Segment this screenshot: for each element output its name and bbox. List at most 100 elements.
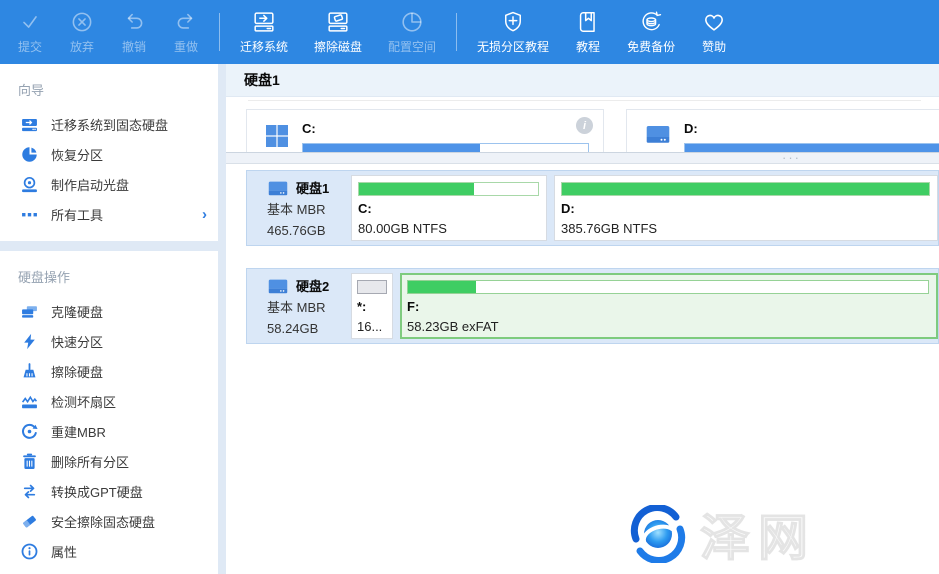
disk-name: 硬盘1: [296, 178, 329, 199]
toolbar-divider: [456, 13, 457, 51]
clone-disk-icon: [21, 303, 38, 320]
disk-bus-type: 基本 MBR: [267, 199, 347, 220]
sidebar-item-label: 安全擦除固态硬盘: [51, 512, 155, 531]
allocate-space-button[interactable]: 配置空间: [375, 0, 449, 64]
redo-arrow-icon: [173, 9, 199, 35]
sidebar-item-all-tools[interactable]: 所有工具 ›: [0, 199, 218, 229]
wipe-drive-broom-icon: [21, 363, 38, 380]
free-backup-label: 免费备份: [627, 38, 675, 55]
disk1-info[interactable]: 硬盘1 基本 MBR 465.76GB: [247, 171, 347, 245]
sidebar-item-wipe-drive[interactable]: 擦除硬盘: [0, 356, 218, 386]
wipe-disk-label: 擦除磁盘: [314, 38, 362, 55]
partition-info: 385.76GB NTFS: [561, 221, 937, 236]
sidebar-item-quick-partition[interactable]: 快速分区: [0, 326, 218, 356]
chevron-right-icon: ›: [202, 206, 207, 223]
sidebar-item-bootable-media[interactable]: 制作启动光盘: [0, 169, 218, 199]
sidebar-item-convert-gpt[interactable]: 转换成GPT硬盘: [0, 476, 218, 506]
main-panel: 硬盘1 C: i D:: [226, 64, 939, 574]
partition-usage-bar: [407, 280, 929, 294]
volume-label: D:: [684, 121, 939, 136]
sidebar-item-label: 删除所有分区: [51, 452, 129, 471]
tutorial-label: 教程: [576, 38, 600, 55]
sidebar-item-secure-erase[interactable]: 安全擦除固态硬盘: [0, 506, 218, 536]
splitter-handle[interactable]: ···: [226, 152, 939, 164]
redo-button[interactable]: 重做: [160, 0, 212, 64]
migrate-os-button[interactable]: 迁移系统: [227, 0, 301, 64]
discard-circle-x-icon: [69, 9, 95, 35]
tab-disk1[interactable]: 硬盘1: [244, 70, 280, 90]
recover-partition-pie-icon: [21, 146, 38, 163]
drive-volume-icon: [645, 124, 671, 152]
partition-info: 58.23GB exFAT: [407, 319, 936, 334]
partition-f-selected[interactable]: F: 58.23GB exFAT: [400, 273, 938, 339]
donate-button[interactable]: 赞助: [688, 0, 740, 64]
sidebar-item-bad-sector[interactable]: 检测坏扇区: [0, 386, 218, 416]
sidebar: 向导 迁移系统到固态硬盘 恢复分区 制作启动光盘 所有工具 › 硬盘操作 克隆硬…: [0, 64, 218, 574]
disk-bus-type: 基本 MBR: [267, 297, 347, 318]
partition-label: C:: [358, 201, 546, 216]
sidebar-item-label: 制作启动光盘: [51, 175, 129, 194]
partition-info: 16...: [357, 319, 387, 334]
watermark: 泽网: [626, 498, 816, 570]
sidebar-item-label: 转换成GPT硬盘: [51, 482, 143, 501]
partition-d[interactable]: D: 385.76GB NTFS: [554, 175, 938, 241]
undo-arrow-icon: [121, 9, 147, 35]
disk-list: 硬盘1 基本 MBR 465.76GB C: 80.00GB NTFS D: 3…: [226, 164, 939, 344]
sidebar-item-label: 快速分区: [51, 332, 103, 351]
overview-card-d[interactable]: D:: [626, 109, 939, 152]
partition-info: 80.00GB NTFS: [358, 221, 546, 236]
disk-tab-bar: 硬盘1: [226, 64, 939, 97]
hard-disk-icon: [267, 278, 289, 296]
partition-unallocated[interactable]: *: 16...: [351, 273, 393, 339]
sidebar-item-migrate-to-ssd[interactable]: 迁移系统到固态硬盘: [0, 109, 218, 139]
partition-usage-bar: [357, 280, 387, 294]
section-title-wizard: 向导: [0, 68, 218, 109]
partition-usage-bar: [358, 182, 539, 196]
discard-button[interactable]: 放弃: [56, 0, 108, 64]
partition-tutorial-button[interactable]: 无损分区教程: [464, 0, 562, 64]
sidebar-item-delete-partitions[interactable]: 删除所有分区: [0, 446, 218, 476]
undo-label: 撤销: [122, 38, 146, 55]
free-backup-button[interactable]: 免费备份: [614, 0, 688, 64]
allocate-space-pie-icon: [399, 9, 425, 35]
allocate-space-label: 配置空间: [388, 38, 436, 55]
commit-button[interactable]: 提交: [4, 0, 56, 64]
sidebar-item-label: 擦除硬盘: [51, 362, 103, 381]
sidebar-item-clone-disk[interactable]: 克隆硬盘: [0, 296, 218, 326]
secure-erase-eraser-icon: [21, 513, 38, 530]
backup-database-icon: [638, 9, 664, 35]
sidebar-section-wizard: 向导 迁移系统到固态硬盘 恢复分区 制作启动光盘 所有工具 ›: [0, 64, 218, 241]
watermark-text: 泽网: [700, 498, 816, 570]
migrate-os-label: 迁移系统: [240, 38, 288, 55]
divider: [248, 100, 921, 101]
partition-label: D:: [561, 201, 937, 216]
partition-tutorial-label: 无损分区教程: [477, 38, 549, 55]
sidebar-item-label: 克隆硬盘: [51, 302, 103, 321]
undo-button[interactable]: 撤销: [108, 0, 160, 64]
commit-label: 提交: [18, 38, 42, 55]
tutorial-book-icon: [575, 9, 601, 35]
toolbar: 提交 放弃 撤销 重做 迁移系统 擦除磁盘 配置空间 无损分区教程 教程 免费备…: [0, 0, 939, 64]
overview-card-c[interactable]: C: i: [246, 109, 604, 152]
splitter-dots-icon: ···: [782, 150, 801, 165]
wipe-disk-button[interactable]: 擦除磁盘: [301, 0, 375, 64]
volume-overview-strip: C: i D:: [226, 97, 939, 152]
windows-logo-icon: [265, 124, 289, 152]
sidebar-item-label: 检测坏扇区: [51, 392, 116, 411]
sidebar-item-rebuild-mbr[interactable]: 重建MBR: [0, 416, 218, 446]
donate-label: 赞助: [702, 38, 726, 55]
quick-partition-lightning-icon: [21, 333, 38, 350]
info-icon[interactable]: i: [576, 117, 593, 134]
migrate-os-disk-icon: [251, 9, 277, 35]
migrate-to-ssd-icon: [21, 116, 38, 133]
partition-c[interactable]: C: 80.00GB NTFS: [351, 175, 547, 241]
shield-plus-icon: [500, 9, 526, 35]
volume-usage-bar: [302, 143, 589, 152]
discard-label: 放弃: [70, 38, 94, 55]
sidebar-item-properties[interactable]: 属性: [0, 536, 218, 566]
disk2-info[interactable]: 硬盘2 基本 MBR 58.24GB: [247, 269, 347, 343]
sidebar-item-label: 迁移系统到固态硬盘: [51, 115, 168, 134]
redo-label: 重做: [174, 38, 198, 55]
tutorial-button[interactable]: 教程: [562, 0, 614, 64]
sidebar-item-recover-partition[interactable]: 恢复分区: [0, 139, 218, 169]
